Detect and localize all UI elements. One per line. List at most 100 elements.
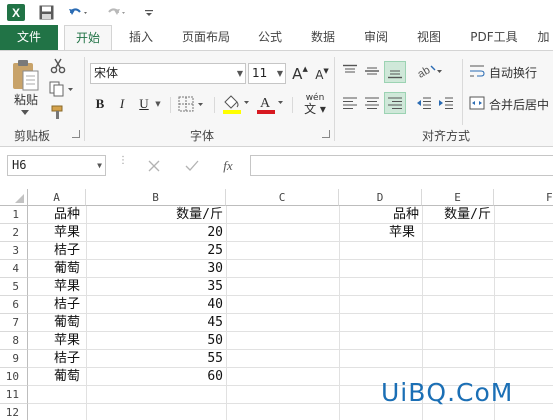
group-divider — [84, 57, 85, 141]
tab-addins[interactable]: 加 — [534, 25, 553, 50]
underline-button[interactable]: U — [136, 94, 152, 114]
cell-a1[interactable]: 品种 — [54, 206, 80, 224]
font-name-combo[interactable]: 宋体 ▼ — [90, 63, 246, 84]
shrink-font-button[interactable]: A ▼ — [312, 65, 332, 84]
cell-a3[interactable]: 桔子 — [54, 242, 80, 260]
undo-icon[interactable] — [66, 3, 90, 22]
column-header[interactable]: B — [86, 189, 226, 206]
orientation-icon[interactable]: ab — [414, 61, 446, 81]
column-header[interactable]: D — [339, 189, 422, 206]
paste-icon[interactable] — [8, 57, 42, 93]
italic-button[interactable]: I — [114, 94, 130, 114]
cell-b8[interactable]: 50 — [86, 332, 223, 350]
cell-e1[interactable]: 数量/斤 — [422, 206, 491, 224]
fill-color-icon[interactable] — [220, 92, 252, 116]
cell-b7[interactable]: 45 — [86, 314, 223, 332]
cut-icon[interactable] — [48, 57, 68, 75]
row-header[interactable]: 6 — [0, 296, 28, 314]
merge-center-button[interactable]: 合并后居中 — [489, 96, 549, 113]
row-header[interactable]: 10 — [0, 368, 28, 386]
tab-data[interactable]: 数据 — [299, 25, 347, 50]
row-header[interactable]: 4 — [0, 260, 28, 278]
font-size-combo[interactable]: 11 ▼ — [248, 63, 286, 84]
cell-a8[interactable]: 苹果 — [54, 332, 80, 350]
align-right-icon[interactable] — [384, 92, 406, 114]
font-dialog-launcher-icon[interactable] — [322, 130, 330, 138]
clipboard-dialog-launcher-icon[interactable] — [72, 130, 80, 138]
cell-a5[interactable]: 苹果 — [54, 278, 80, 296]
insert-function-button[interactable]: fx — [216, 156, 240, 176]
column-header[interactable]: E — [422, 189, 494, 206]
row-header[interactable]: 9 — [0, 350, 28, 368]
formula-input[interactable] — [250, 155, 553, 176]
redo-icon[interactable] — [104, 3, 128, 22]
cell-b9[interactable]: 55 — [86, 350, 223, 368]
cell-a2[interactable]: 苹果 — [54, 224, 80, 242]
format-painter-icon[interactable] — [48, 103, 68, 121]
cell-b3[interactable]: 25 — [86, 242, 223, 260]
tab-formulas[interactable]: 公式 — [246, 25, 294, 50]
tab-review[interactable]: 审阅 — [352, 25, 400, 50]
row-header[interactable]: 1 — [0, 206, 28, 224]
cell-b5[interactable]: 35 — [86, 278, 223, 296]
merge-center-icon[interactable] — [468, 93, 486, 113]
align-bottom-icon[interactable] — [384, 61, 406, 83]
svg-text:A: A — [260, 96, 271, 111]
paste-dropdown-icon[interactable] — [18, 107, 32, 117]
cell-a10[interactable]: 葡萄 — [54, 368, 80, 386]
tab-pdf-tools[interactable]: PDF工具 — [462, 25, 526, 50]
row-header[interactable]: 5 — [0, 278, 28, 296]
row-header[interactable]: 2 — [0, 224, 28, 242]
cell-b10[interactable]: 60 — [86, 368, 223, 386]
increase-indent-icon[interactable] — [436, 93, 456, 113]
tab-insert[interactable]: 插入 — [116, 25, 166, 50]
bold-button[interactable]: B — [92, 94, 108, 114]
name-box[interactable]: H6 ▼ — [7, 155, 106, 176]
row-header[interactable]: 8 — [0, 332, 28, 350]
underline-dropdown-icon[interactable]: ▼ — [153, 98, 163, 110]
clipboard-group-label: 剪贴板 — [14, 129, 51, 143]
row-header[interactable]: 3 — [0, 242, 28, 260]
group-divider — [170, 97, 171, 113]
cell-b6[interactable]: 40 — [86, 296, 223, 314]
row-header[interactable]: 12 — [0, 404, 28, 420]
borders-icon[interactable] — [177, 94, 207, 114]
cell-b2[interactable]: 20 — [86, 224, 223, 242]
wrap-text-icon[interactable] — [468, 61, 486, 81]
tab-page-layout[interactable]: 页面布局 — [170, 25, 242, 50]
phonetic-guide-button[interactable]: wén 文 ▾ — [298, 92, 332, 116]
row-header[interactable]: 11 — [0, 386, 28, 404]
cell-a6[interactable]: 桔子 — [54, 296, 80, 314]
select-all-corner[interactable] — [0, 189, 28, 206]
cell-d1[interactable]: 品种 — [339, 206, 419, 224]
enter-check-icon[interactable] — [180, 156, 204, 176]
cell-b4[interactable]: 30 — [86, 260, 223, 278]
align-left-icon[interactable] — [340, 93, 360, 113]
column-header[interactable]: C — [226, 189, 339, 206]
column-header[interactable]: F — [494, 189, 553, 206]
tab-view[interactable]: 视图 — [405, 25, 453, 50]
copy-icon[interactable] — [48, 80, 76, 98]
wrap-text-button[interactable]: 自动换行 — [489, 64, 537, 81]
tab-file[interactable]: 文件 — [0, 25, 58, 50]
align-middle-icon[interactable] — [362, 61, 382, 81]
worksheet-grid[interactable]: A B C D E F 1 2 3 4 5 6 7 8 9 10 11 12 品… — [0, 184, 553, 420]
row-header[interactable]: 7 — [0, 314, 28, 332]
font-color-icon[interactable]: A — [254, 92, 286, 116]
column-header[interactable]: A — [28, 189, 86, 206]
cell-d2[interactable]: 苹果 — [389, 224, 415, 242]
align-center-icon[interactable] — [362, 93, 382, 113]
decrease-indent-icon[interactable] — [414, 93, 434, 113]
grow-font-button[interactable]: A ▲ — [290, 63, 310, 84]
align-top-icon[interactable] — [340, 61, 360, 81]
cell-b1[interactable]: 数量/斤 — [86, 206, 223, 224]
cell-a9[interactable]: 桔子 — [54, 350, 80, 368]
save-icon[interactable] — [36, 3, 56, 22]
paste-button[interactable]: 粘贴 — [6, 91, 46, 107]
cancel-x-icon[interactable] — [142, 156, 166, 176]
cell-a7[interactable]: 葡萄 — [54, 314, 80, 332]
quick-access-toolbar: X — [0, 0, 553, 25]
tab-home[interactable]: 开始 — [64, 25, 112, 51]
cell-a4[interactable]: 葡萄 — [54, 260, 80, 278]
customize-qat-icon[interactable] — [142, 3, 156, 22]
